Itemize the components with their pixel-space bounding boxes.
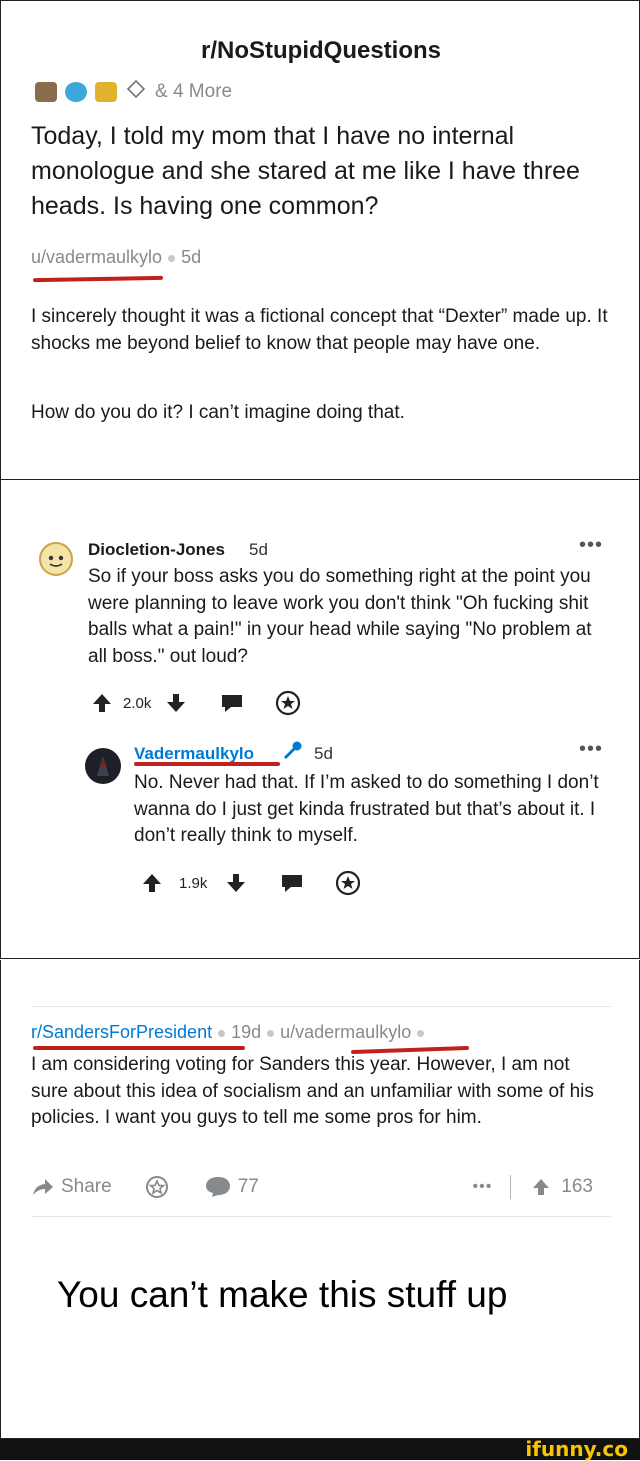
microphone-icon (283, 741, 302, 760)
award-icon-4 (125, 79, 147, 105)
post2-author[interactable]: u/vadermaulkylo (280, 1022, 411, 1042)
more-options-icon[interactable]: ••• (579, 738, 603, 761)
comment-age: 5d (314, 744, 333, 763)
dark-avatar-icon (97, 756, 109, 776)
upvote-icon[interactable] (91, 692, 113, 714)
post2-subreddit[interactable]: r/SandersForPresident (31, 1022, 212, 1042)
post2-body: I am considering voting for Sanders this… (31, 1054, 594, 1128)
comment-body: So if your boss asks you do something ri… (88, 566, 592, 667)
downvote-icon[interactable] (165, 692, 187, 714)
downvote-icon[interactable] (225, 872, 247, 894)
red-underline (33, 1046, 245, 1050)
share-label[interactable]: Share (61, 1176, 112, 1198)
avatar[interactable] (85, 748, 121, 784)
post-age: 5d (181, 247, 202, 267)
award-icon[interactable] (335, 870, 361, 896)
post-meta: u/vadermaulkylo 5d (31, 247, 201, 268)
comment-score: 2.0k (123, 694, 152, 712)
award-icon[interactable] (144, 1174, 170, 1200)
subreddit-title[interactable]: r/NoStupidQuestions (1, 37, 640, 65)
award-icon-1 (35, 82, 57, 102)
comment-bubble-icon[interactable] (204, 1175, 232, 1199)
separator-dot (417, 1029, 425, 1037)
comment-score: 1.9k (179, 874, 208, 892)
ifunny-watermark: ifunny.co (525, 1437, 628, 1461)
separator-dot (267, 1029, 275, 1037)
snoo-avatar-icon (48, 555, 64, 567)
more-options-icon[interactable]: ••• (472, 1178, 492, 1196)
comment-author[interactable]: Vadermaulkylo (134, 744, 254, 764)
comments-count: 77 (237, 1176, 259, 1197)
divider (31, 1216, 611, 1217)
reply-icon[interactable] (219, 692, 245, 714)
comments-panel: Diocletion-Jones 5d ••• So if your boss … (0, 480, 640, 959)
share-icon[interactable] (31, 1176, 55, 1198)
upvote-icon[interactable] (531, 1177, 551, 1197)
post2-age: 19d (231, 1022, 262, 1042)
comment-actions: 2.0k (91, 690, 301, 716)
post2-score: 163 (561, 1176, 593, 1197)
award-icon-3 (95, 82, 117, 102)
award-icon-2 (65, 82, 87, 102)
post2-meta: r/SandersForPresident 19d u/vadermaulkylo (31, 1022, 430, 1043)
post-body-p2: How do you do it? I can’t imagine doing … (31, 402, 405, 423)
comment-age: 5d (249, 540, 268, 559)
post-title[interactable]: Today, I told my mom that I have no inte… (31, 119, 611, 224)
divider (31, 1006, 611, 1007)
post-panel: r/NoStupidQuestions & 4 More Today, I to… (0, 0, 640, 480)
reply-icon[interactable] (279, 872, 305, 894)
red-underline (134, 762, 280, 766)
post-author[interactable]: u/vadermaulkylo (31, 247, 162, 267)
comment-author[interactable]: Diocletion-Jones (88, 540, 225, 560)
avatar[interactable] (39, 542, 73, 576)
separator-dot (168, 254, 176, 262)
vertical-divider (510, 1175, 512, 1199)
caption: You can’t make this stuff up (57, 1274, 508, 1315)
post2-actions: Share 77 ••• 163 (31, 1174, 611, 1200)
awards-row[interactable]: & 4 More (35, 79, 232, 105)
upvote-icon[interactable] (141, 872, 163, 894)
awards-more-label: & 4 More (155, 81, 233, 102)
award-icon[interactable] (275, 690, 301, 716)
separator-dot (218, 1029, 226, 1037)
red-underline (32, 275, 164, 283)
post-card-panel: r/SandersForPresident 19d u/vadermaulkylo … (0, 960, 640, 1439)
comment-body: No. Never had that. If I’m asked to do s… (134, 772, 599, 846)
post-body-p1: I sincerely thought it was a fictional c… (31, 306, 608, 354)
comment-actions: 1.9k (141, 870, 361, 896)
more-options-icon[interactable]: ••• (579, 534, 603, 557)
